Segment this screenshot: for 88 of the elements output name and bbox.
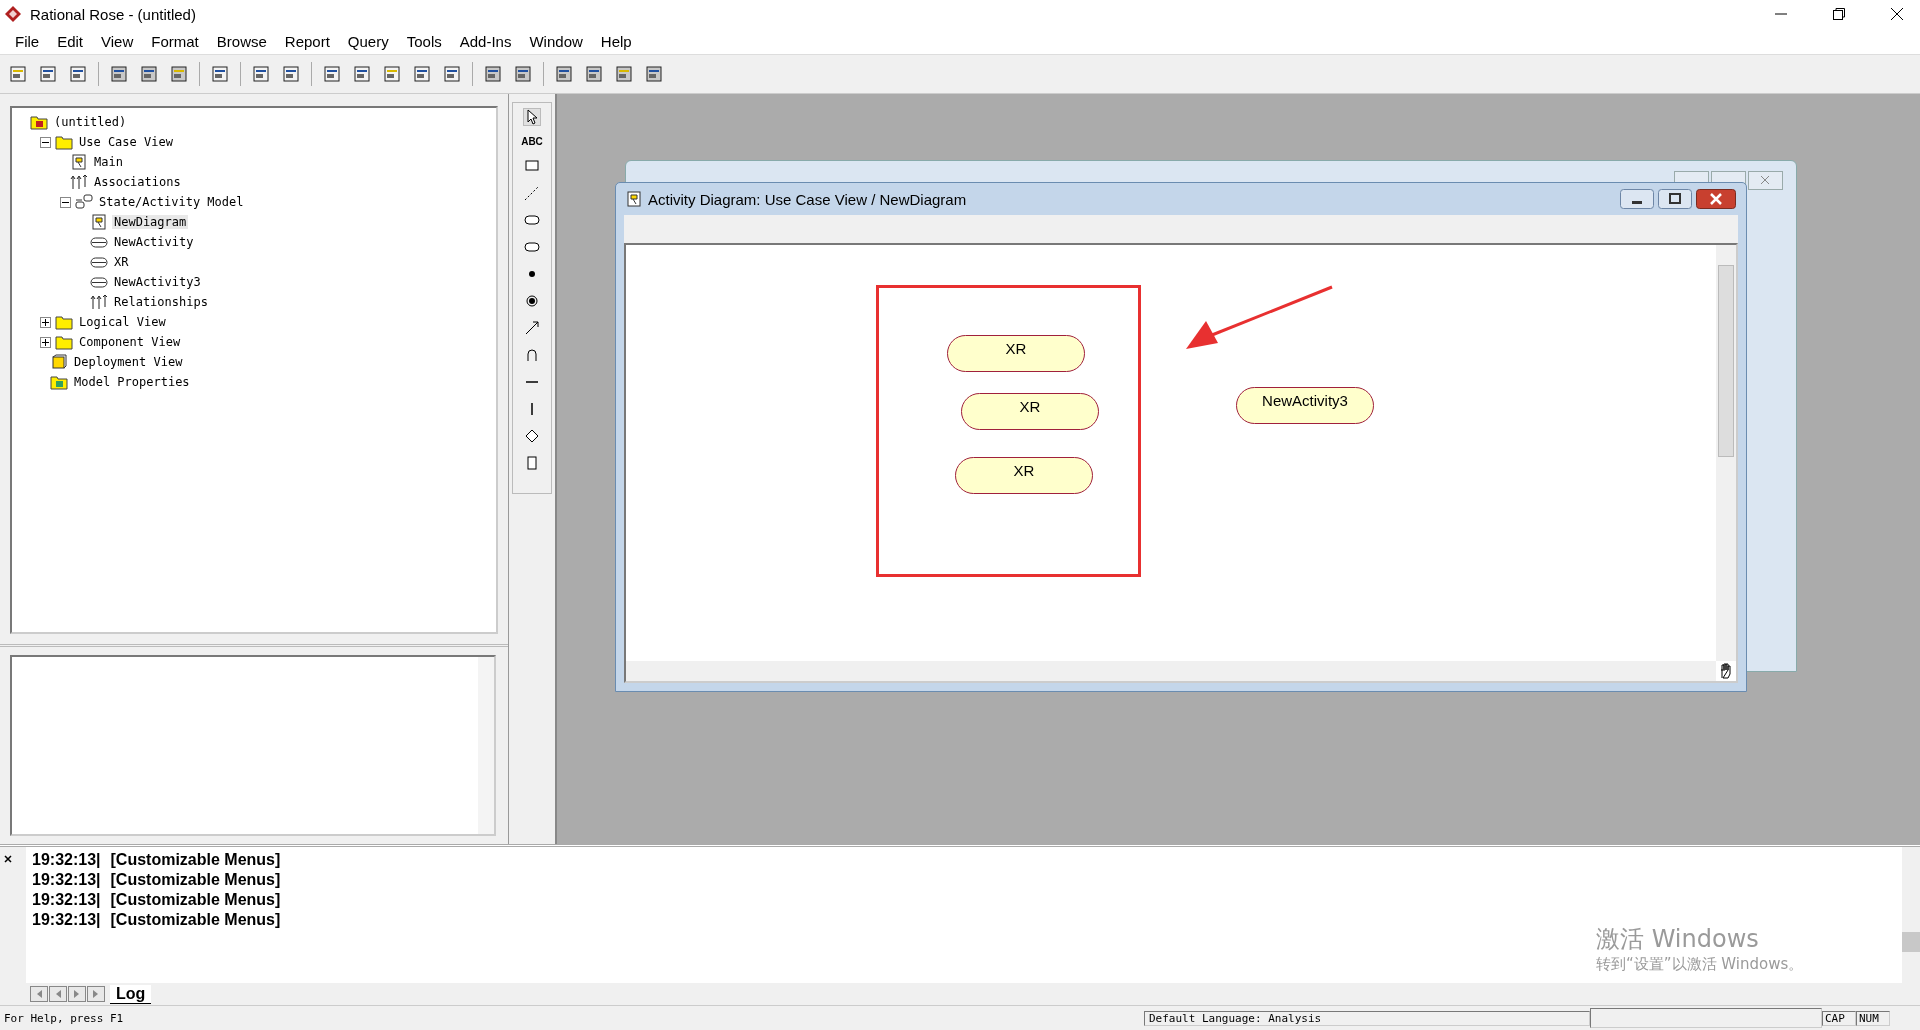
log-time: 19:32:13| — [32, 911, 101, 930]
menu-item[interactable]: Report — [275, 32, 339, 50]
log-message: [Customizable Menus] — [110, 871, 281, 890]
menu-item[interactable]: View — [92, 32, 143, 50]
activation-title: 激活 Windows — [1596, 924, 1760, 955]
selector-icon[interactable] — [524, 109, 540, 125]
status-help: For Help, press F1 — [3, 1011, 125, 1025]
log-time: 19:32:13| — [32, 891, 101, 910]
activity-icon[interactable] — [524, 212, 540, 228]
menu-item[interactable]: Edit — [48, 32, 93, 50]
state-model-icon — [75, 194, 93, 210]
status-language: Default Language: Analysis — [1144, 1010, 1590, 1026]
self-transition-icon[interactable] — [524, 347, 540, 363]
close-icon[interactable] — [3, 854, 13, 864]
tree-item[interactable]: NewActivity3 — [112, 275, 203, 289]
activity-icon — [90, 254, 108, 270]
diagram-window-title: Activity Diagram: Use Case View / NewDiagram — [648, 190, 967, 208]
activity-node[interactable]: NewActivity3 — [1236, 387, 1374, 424]
text-tool[interactable]: ABC — [521, 136, 543, 147]
tree-item[interactable]: Associations — [92, 175, 183, 189]
tree-item[interactable]: Relationships — [112, 295, 210, 309]
documentation-field[interactable] — [10, 655, 496, 836]
note-icon[interactable] — [524, 158, 540, 174]
swimlane-icon[interactable] — [524, 455, 540, 471]
menu-item[interactable]: Browse — [207, 32, 276, 50]
maximize-icon[interactable] — [1658, 189, 1692, 209]
menu-item[interactable]: Window — [520, 32, 592, 50]
arrows-icon — [70, 174, 88, 190]
tree-item[interactable]: Logical View — [77, 315, 168, 329]
state-icon[interactable] — [524, 239, 540, 255]
expand-toggle-icon[interactable] — [40, 136, 51, 148]
tree-item[interactable]: Deployment View — [72, 355, 185, 369]
num-indicator: NUM — [1856, 1010, 1890, 1026]
diagram-icon — [90, 214, 108, 230]
expand-toggle-icon[interactable] — [40, 336, 51, 348]
window-title: Rational Rose - (untitled) — [30, 5, 196, 23]
diagram-icon — [626, 191, 642, 207]
arrows-icon — [90, 294, 108, 310]
cube-icon — [50, 354, 68, 370]
menu-item[interactable]: Format — [142, 32, 208, 50]
log-message: [Customizable Menus] — [110, 891, 281, 910]
menu-item[interactable]: Add-Ins — [450, 32, 521, 50]
folder-icon — [55, 334, 73, 350]
vertical-scrollbar[interactable] — [1716, 245, 1736, 661]
log-tab[interactable]: Log — [110, 984, 152, 1004]
anchor-line-icon[interactable] — [524, 185, 540, 201]
expand-toggle-icon[interactable] — [60, 196, 71, 208]
log-message: [Customizable Menus] — [110, 851, 281, 870]
caps-indicator: CAP — [1822, 1010, 1856, 1026]
tree-item[interactable]: State/Activity Model — [97, 195, 246, 209]
transition-icon[interactable] — [524, 320, 540, 336]
tree-item[interactable]: XR — [112, 255, 131, 269]
menu-item[interactable]: Tools — [397, 32, 451, 50]
expand-toggle-icon[interactable] — [40, 316, 51, 328]
tree-item[interactable]: Main — [92, 155, 125, 169]
model-icon — [30, 114, 48, 130]
activity-node[interactable]: XR — [955, 457, 1093, 494]
tree-item[interactable]: NewActivity — [112, 235, 196, 249]
menu-item[interactable]: Help — [591, 32, 641, 50]
properties-folder-icon — [50, 374, 68, 390]
tree-item[interactable]: (untitled) — [52, 115, 129, 129]
tab-navigation-drawing[interactable] — [30, 986, 106, 1002]
tree-item[interactable]: Model Properties — [72, 375, 192, 389]
close-icon[interactable] — [1696, 189, 1736, 209]
decision-icon[interactable] — [524, 428, 540, 444]
log-scrollbar[interactable] — [1902, 847, 1920, 983]
tree-item[interactable]: Component View — [77, 335, 183, 349]
folder-icon — [55, 314, 73, 330]
restore-icon[interactable] — [1832, 7, 1846, 21]
horizontal-scrollbar[interactable] — [626, 661, 1716, 681]
activity-node[interactable]: XR — [961, 393, 1099, 430]
activity-node[interactable]: XR — [947, 335, 1085, 372]
activity-icon — [90, 274, 108, 290]
menu-item[interactable]: File — [6, 32, 49, 50]
activation-subtitle: 转到“设置”以激活 Windows。 — [1596, 955, 1804, 974]
app-logo-icon — [4, 5, 22, 23]
minimize-icon[interactable] — [1620, 189, 1654, 209]
log-time: 19:32:13| — [32, 871, 101, 890]
close-icon[interactable] — [1890, 7, 1904, 21]
tree-item[interactable]: Use Case View — [77, 135, 175, 149]
end-state-icon[interactable] — [524, 293, 540, 309]
folder-icon — [55, 134, 73, 150]
diagram-icon — [70, 154, 88, 170]
tree-item[interactable]: NewDiagram — [112, 215, 189, 229]
log-time: 19:32:13| — [32, 851, 101, 870]
activity-icon — [90, 234, 108, 250]
menu-item[interactable]: Query — [338, 32, 398, 50]
log-message: [Customizable Menus] — [110, 911, 281, 930]
